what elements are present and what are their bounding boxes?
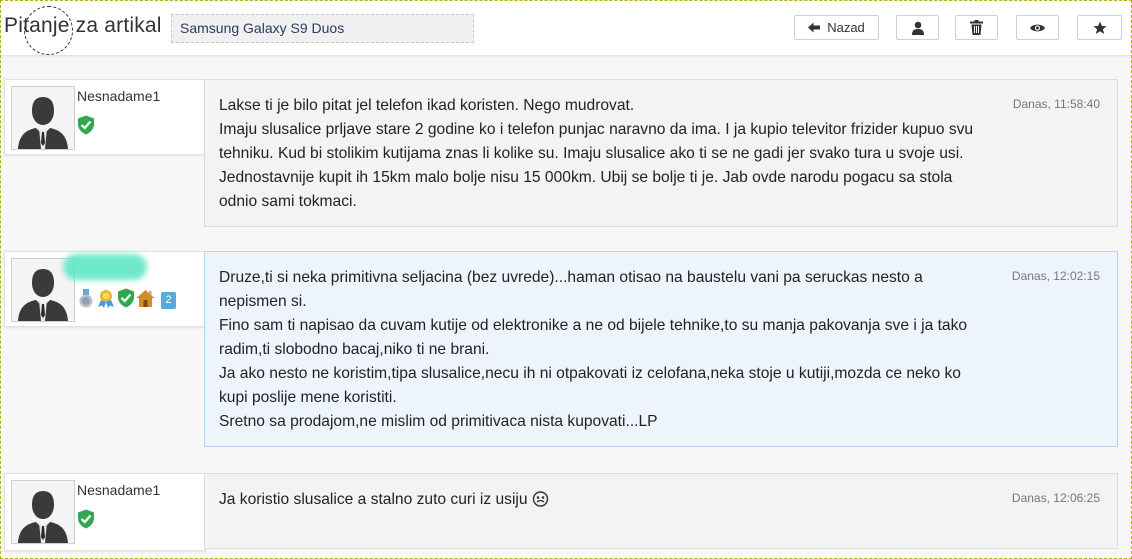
house-icon (136, 289, 155, 313)
author-name[interactable]: Nesnadame1 (77, 88, 160, 104)
cursor-highlight (24, 6, 73, 55)
award-ribbon-icon (96, 289, 116, 313)
author-card: 2 (4, 251, 206, 327)
message-text: Druze,ti si neka primitivna seljacina (b… (219, 269, 968, 430)
message-timestamp: Danas, 11:58:40 (1012, 97, 1100, 111)
delete-button[interactable] (955, 15, 998, 40)
shield-check-icon (117, 288, 135, 313)
message-text: Ja koristio slusalice a stalno zuto curi… (219, 488, 979, 515)
medal-icon (77, 288, 95, 313)
favorite-button[interactable] (1077, 15, 1122, 40)
back-button-label: Nazad (827, 20, 865, 35)
shield-check-icon (77, 115, 95, 140)
author-badges (77, 115, 95, 140)
shield-check-icon (77, 509, 95, 534)
arrow-left-icon (808, 22, 821, 33)
back-button[interactable]: Nazad (794, 15, 879, 40)
message-timestamp: Danas, 12:02:15 (1011, 269, 1100, 283)
trash-icon (970, 20, 983, 35)
avatar[interactable] (11, 480, 75, 544)
message-box: Ja koristio slusalice a stalno zuto curi… (204, 473, 1118, 549)
avatar[interactable] (11, 86, 75, 150)
article-name-field[interactable]: Samsung Galaxy S9 Duos (171, 14, 474, 43)
author-card: Nesnadame1 (4, 79, 206, 155)
watch-button[interactable] (1016, 15, 1059, 40)
message-text-content: Ja koristio slusalice a stalno zuto curi… (219, 491, 528, 508)
author-badges (77, 509, 95, 534)
author-name[interactable]: Nesnadame1 (77, 482, 160, 498)
author-name-redacted (63, 254, 147, 280)
user-icon (911, 21, 925, 35)
message-timestamp: Danas, 12:06:25 (1011, 491, 1100, 505)
message-text: Lakse ti je bilo pitat jel telefon ikad … (219, 97, 974, 210)
emoji-icon (532, 491, 549, 515)
header-bar: Pitanje za artikal Samsung Galaxy S9 Duo… (1, 1, 1131, 56)
author-badges: 2 (77, 288, 176, 313)
user-button[interactable] (896, 15, 939, 40)
author-card: Nesnadame1 (4, 473, 206, 551)
badge-count: 2 (161, 292, 176, 309)
message-box-highlighted: Druze,ti si neka primitivna seljacina (b… (204, 251, 1118, 447)
message-box: Lakse ti je bilo pitat jel telefon ikad … (204, 79, 1118, 227)
star-icon (1092, 21, 1107, 35)
eye-icon (1030, 23, 1045, 33)
